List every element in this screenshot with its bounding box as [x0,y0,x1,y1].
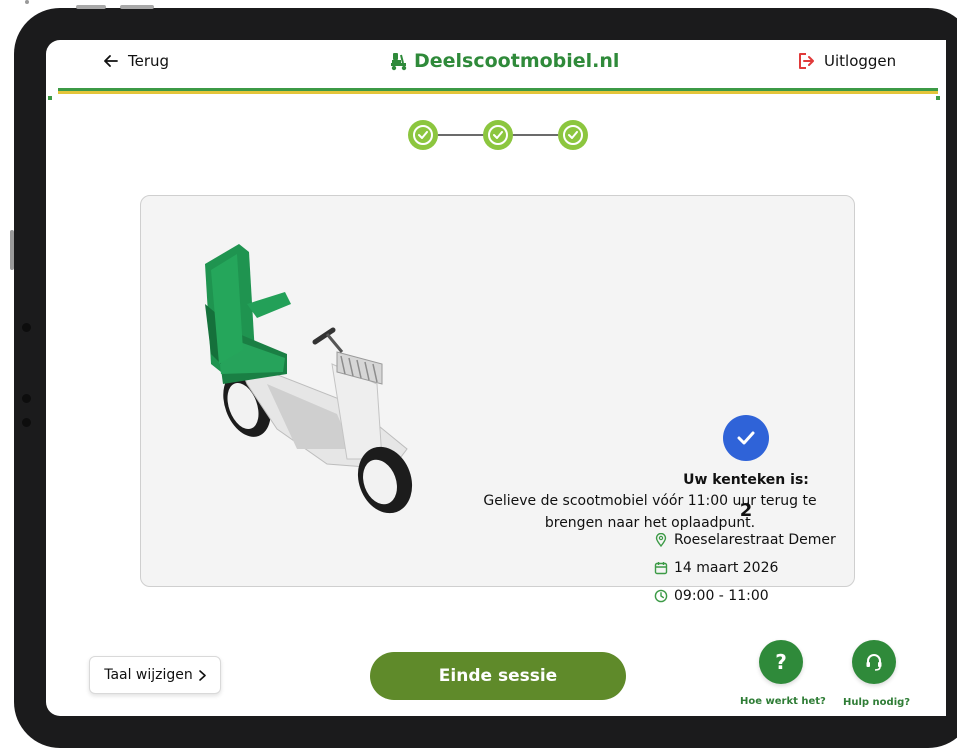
progress-stepper [408,120,588,154]
stepper-connector [438,134,484,136]
stepper-connector [512,134,558,136]
top-bar: Terug Deelscootmobiel.nl Uitloggen [46,40,946,88]
how-it-works-button[interactable]: ? [759,640,803,684]
brand-logo[interactable]: Deelscootmobiel.nl [390,50,619,72]
check-icon [418,131,428,139]
calendar-icon [654,562,668,575]
side-button [25,0,29,4]
top-button [76,5,106,9]
step-3-completed [558,120,588,150]
get-help-label: Hulp nodig? [843,697,911,708]
camera-dot [22,323,31,332]
check-icon [568,131,578,139]
clock-icon [654,589,668,603]
how-it-works-label: Hoe werkt het? [740,696,826,707]
logout-button[interactable]: Uitloggen [798,52,896,70]
change-language-label: Taal wijzigen [104,667,193,683]
return-notice: Gelieve de scootmobiel vóór 11:00 uur te… [483,493,817,531]
brand-name: Deelscootmobiel.nl [414,50,620,72]
logout-icon [799,53,814,69]
step-2-completed [483,120,513,150]
scooter-logo-icon [391,53,407,71]
volume-button [10,230,14,270]
time-row: 09:00 - 11:00 [654,588,769,604]
headset-icon [866,654,882,671]
time-text: 09:00 - 11:00 [674,588,769,604]
stripe-marker [936,96,940,100]
app-screen: Terug Deelscootmobiel.nl Uitloggen Uw ke… [46,40,946,716]
question-mark-icon: ? [775,650,787,674]
chevron-right-icon [198,669,206,681]
top-button [120,5,154,9]
mobility-scooter-illustration [205,244,413,514]
back-label: Terug [128,52,170,70]
success-check-badge [723,415,769,461]
camera-dot [22,394,31,403]
header-stripe-yellow [58,91,938,94]
location-text: Roeselarestraat Demer [674,532,836,548]
logout-label: Uitloggen [824,52,897,70]
end-session-button[interactable]: Einde sessie [370,652,626,700]
arrow-left-icon [104,55,118,67]
stripe-marker [48,96,52,100]
date-text: 14 maart 2026 [674,560,779,576]
check-icon [493,131,503,139]
back-button[interactable]: Terug [104,52,169,70]
get-help-button[interactable] [852,640,896,684]
camera-dot [22,418,31,427]
step-1-completed [408,120,438,150]
confirmation-card: Uw kenteken is: 2 Roeselarestraat Demer … [140,195,855,604]
plate-label: Uw kenteken is: [683,472,809,488]
change-language-button[interactable]: Taal wijzigen [89,656,221,694]
location-row: Roeselarestraat Demer [654,532,836,548]
location-pin-icon [655,533,667,547]
check-icon [737,431,755,445]
date-row: 14 maart 2026 [654,560,778,576]
